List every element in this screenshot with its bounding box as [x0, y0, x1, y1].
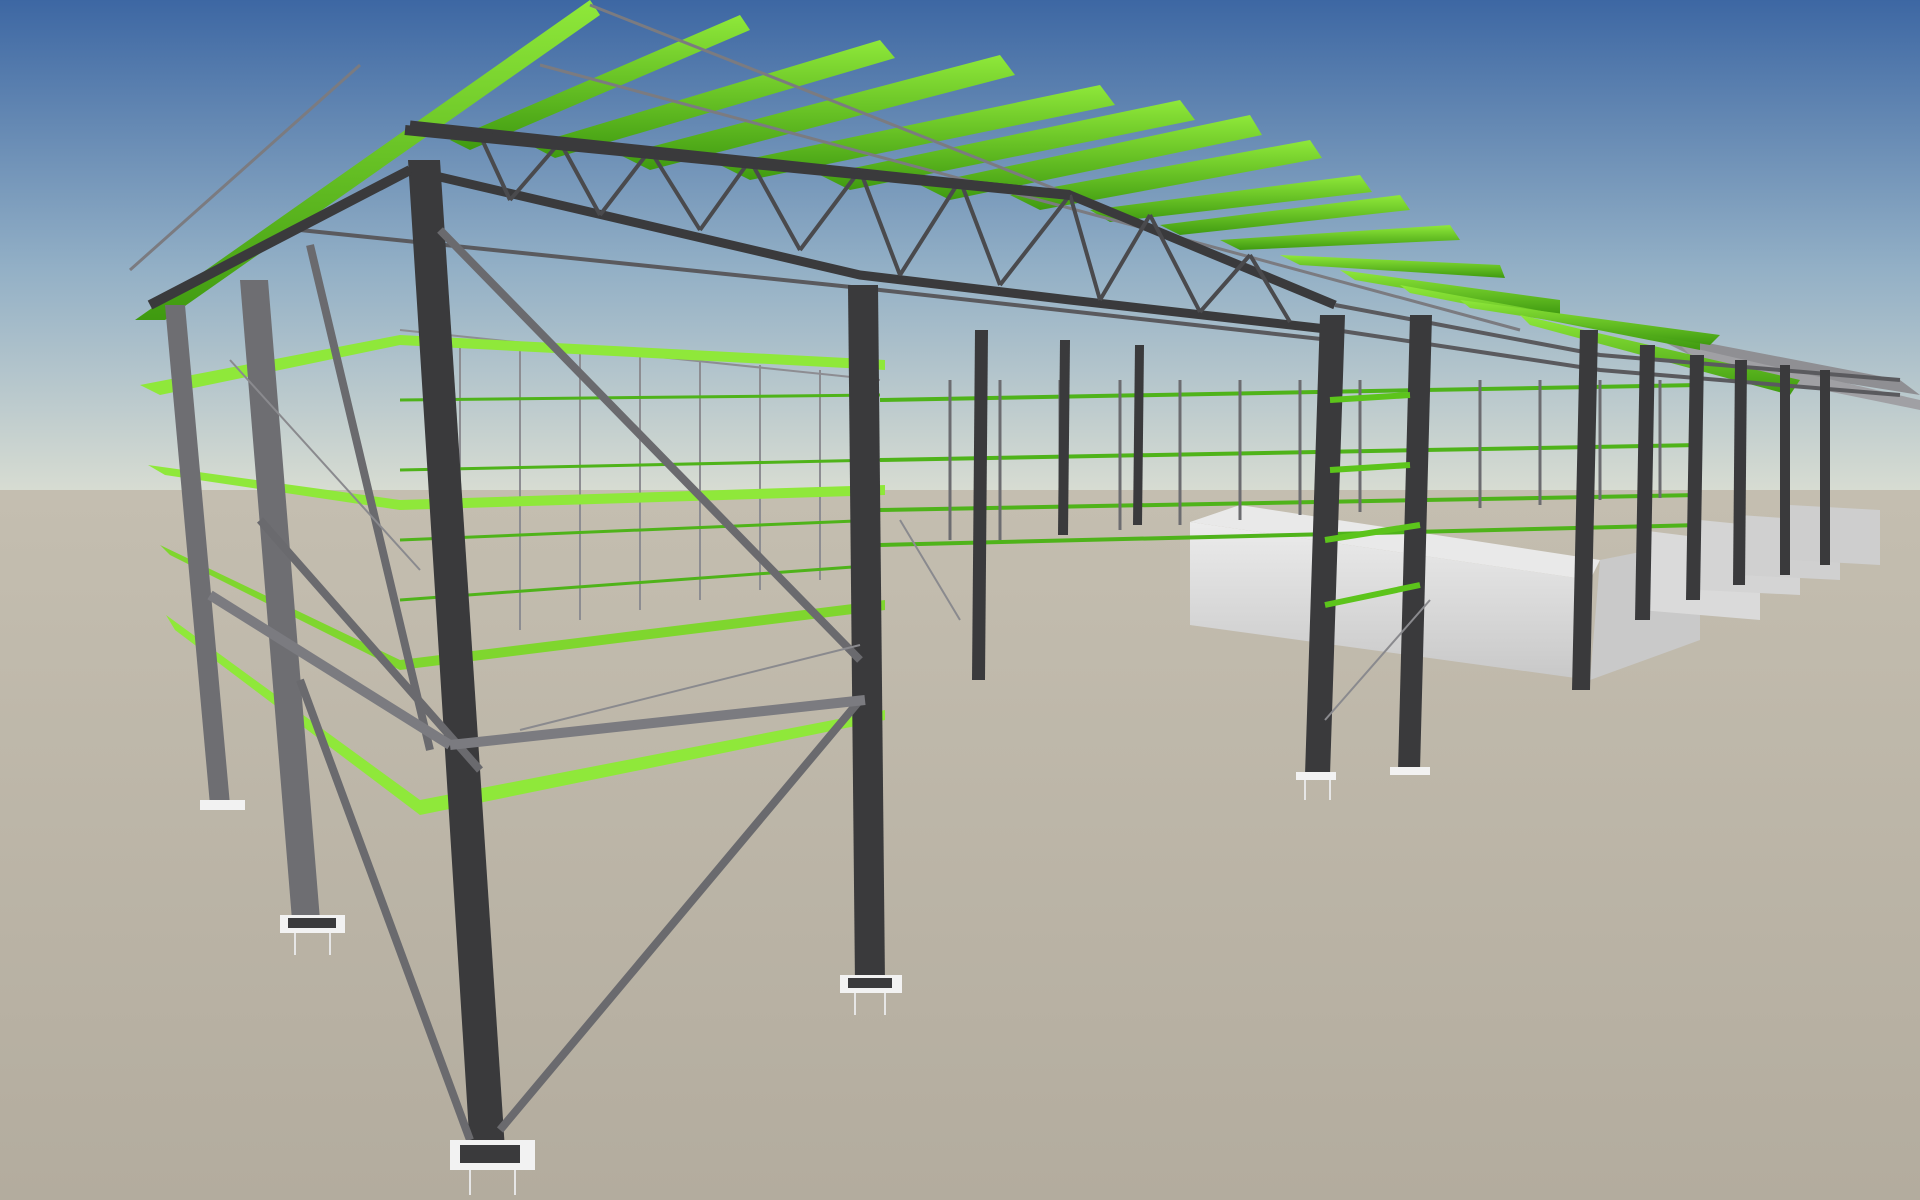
viewport-3d[interactable] [0, 0, 1920, 1200]
steel-frame-render [0, 0, 1920, 1200]
